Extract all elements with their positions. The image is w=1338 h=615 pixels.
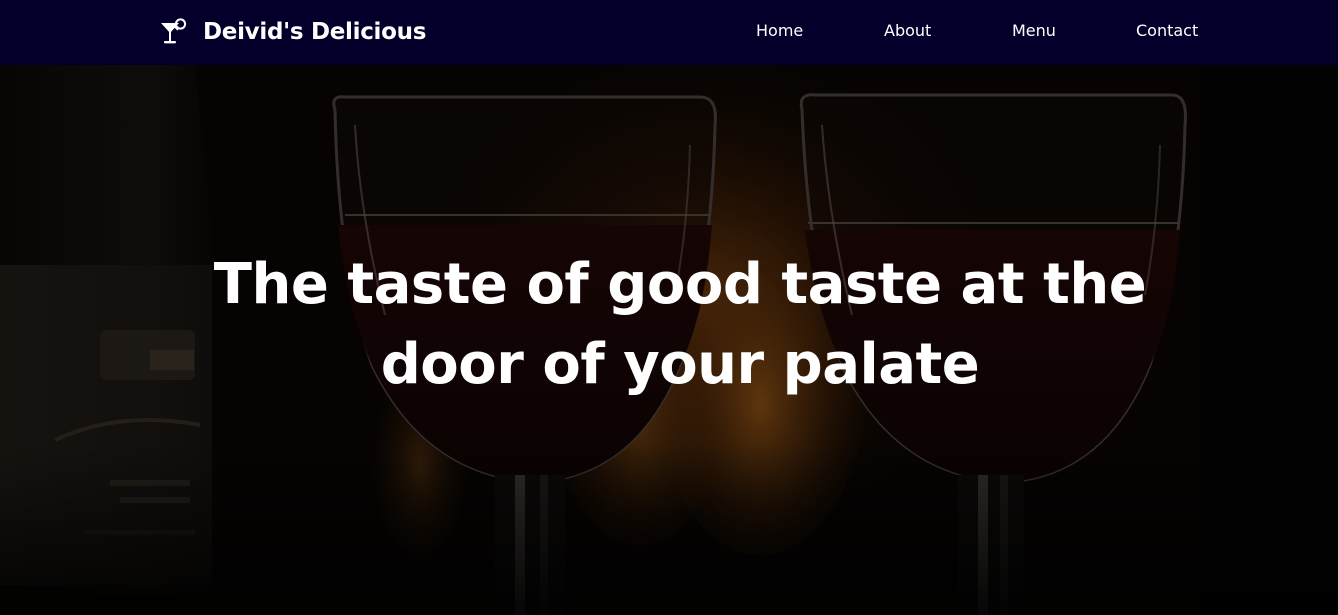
hero-headline: The taste of good taste at the door of y…: [213, 252, 1147, 397]
brand-name: Deivid's Delicious: [203, 19, 427, 45]
nav-link-about[interactable]: About: [884, 21, 931, 40]
nav-link-home[interactable]: Home: [756, 21, 803, 40]
nav-link-contact[interactable]: Contact: [1136, 21, 1198, 40]
nav-link-menu[interactable]: Menu: [1012, 21, 1056, 40]
hero-section: The taste of good taste at the door of y…: [0, 65, 1338, 615]
navbar: Deivid's Delicious Home About Menu Conta…: [0, 0, 1338, 65]
page: Deivid's Delicious Home About Menu Conta…: [0, 0, 1338, 615]
cocktail-glass-icon: [161, 18, 187, 44]
brand-logo-link[interactable]: Deivid's Delicious: [160, 16, 426, 48]
